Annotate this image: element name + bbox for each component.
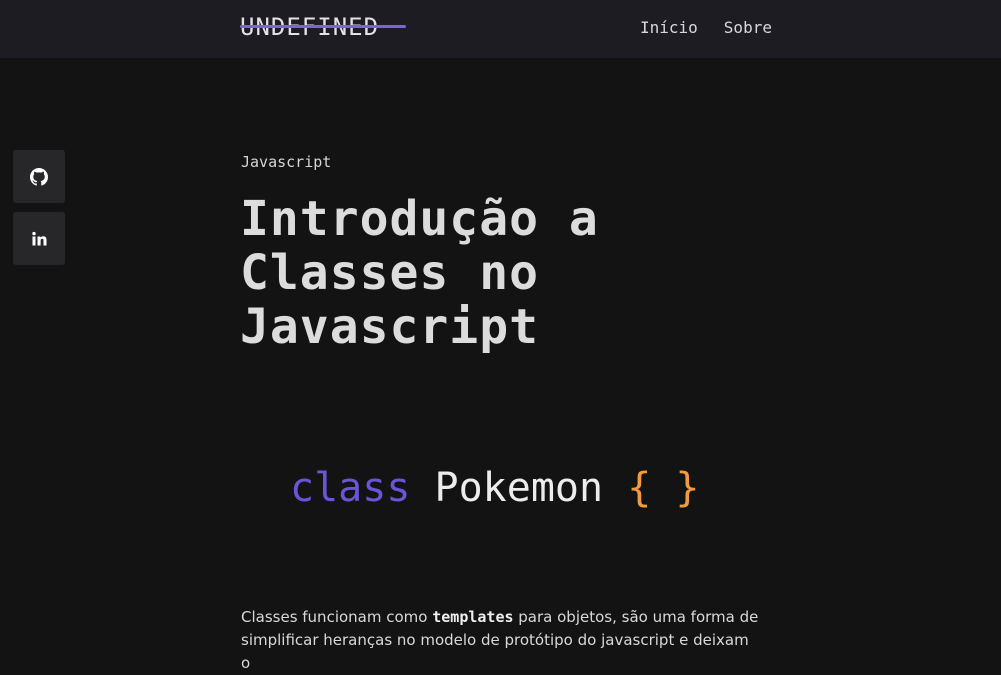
nav-link-sobre[interactable]: Sobre <box>724 18 772 38</box>
hero-code-banner: class Pokemon { } <box>290 462 699 514</box>
code-class-name: Pokemon <box>434 465 604 511</box>
intro-emphasis: templates <box>432 608 514 626</box>
article-title: Introdução a Classes no Javascript <box>240 191 599 355</box>
nav-link-inicio[interactable]: Início <box>640 18 698 38</box>
github-button[interactable] <box>13 150 65 203</box>
github-icon <box>30 167 48 186</box>
article-intro-paragraph: Classes funcionam como templates para ob… <box>241 606 761 675</box>
intro-text-before: Classes funcionam como <box>241 608 433 626</box>
logo-strikethrough <box>240 25 406 28</box>
article-category[interactable]: Javascript <box>241 152 331 172</box>
main-nav: Início Sobre <box>640 18 772 38</box>
top-navbar: UNDEFINED Início Sobre <box>0 0 1001 58</box>
linkedin-button[interactable] <box>13 212 65 265</box>
code-keyword: class <box>290 465 411 511</box>
linkedin-icon <box>32 231 47 245</box>
code-braces: { } <box>627 465 700 511</box>
